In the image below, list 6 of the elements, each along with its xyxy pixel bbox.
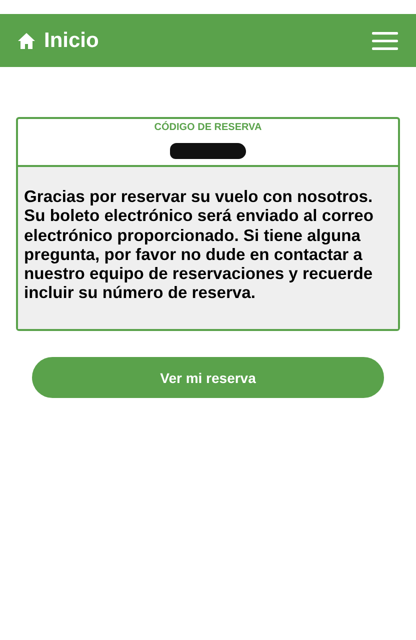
menu-icon[interactable] — [372, 32, 398, 50]
header-title: Inicio — [44, 28, 99, 52]
code-label: CÓDIGO DE RESERVA — [154, 122, 262, 133]
home-icon[interactable] — [18, 32, 35, 48]
view-booking-button[interactable]: Ver mi reserva — [32, 357, 384, 398]
confirmation-message: Gracias por reservar su vuelo con nosotros. Su boleto electrónico será enviado al correo electrónico proporcionado. Si tiene alguna pregunta, por favor no dude en contactar a nuestro equipo de reservaciones y recuerde incluir su número de reserva. — [24, 187, 374, 303]
